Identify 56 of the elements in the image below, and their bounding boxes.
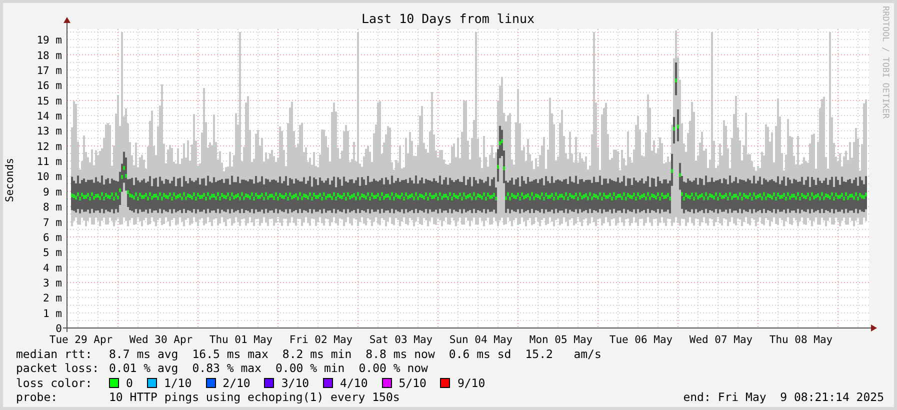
legend-value: 0.6 ms sd <box>448 347 512 362</box>
legend-label: packet loss: <box>16 361 100 376</box>
x-tick-label: Fri 02 May <box>289 334 353 346</box>
y-tick-label: 12 m <box>36 140 62 153</box>
credit-text: RRDTOOL / TOBI OETIKER <box>880 6 890 119</box>
legend-value: 8.8 ms now <box>366 347 435 362</box>
x-tick-label: Wed 30 Apr <box>129 334 193 346</box>
swatch-label: 0 <box>126 376 133 390</box>
y-tick-label: 11 m <box>36 156 62 168</box>
y-tick-label: 1 m <box>43 308 62 320</box>
swatch-label: 4/10 <box>340 376 368 390</box>
legend-value: 0.01 % avg <box>109 361 178 376</box>
legend-value: 0.00 % now <box>358 361 428 376</box>
y-tick-label: 9 m <box>43 186 62 198</box>
y-tick-label: 14 m <box>36 110 62 123</box>
y-tick-label: 10 m <box>36 171 62 184</box>
x-tick-label: Wed 07 May <box>689 334 753 346</box>
x-tick-label: Tue 06 May <box>609 334 673 346</box>
swatch-label: 2/10 <box>222 376 250 390</box>
y-tick-label: 13 m <box>36 126 62 138</box>
x-tick-label: Sun 04 May <box>449 334 513 346</box>
y-axis-label: Seconds <box>4 158 16 202</box>
legend-value: 16.5 ms max <box>192 347 268 362</box>
y-tick-label: 2 m <box>43 292 62 305</box>
y-tick-label: 6 m <box>43 232 62 244</box>
x-tick-label: Sat 03 May <box>369 334 433 346</box>
swatch-label: 3/10 <box>281 376 310 390</box>
y-tick-label: 7 m <box>43 216 62 229</box>
legend-label: probe: <box>16 390 59 405</box>
swatch-label: 9/10 <box>457 376 486 390</box>
swatch-label: 1/10 <box>164 376 192 390</box>
legend-label: loss color: <box>16 376 94 390</box>
y-tick-label: 18 m <box>36 50 62 62</box>
end-time: end: Fri May 9 08:21:14 2025 <box>683 390 884 405</box>
legend-value: 0.83 % max <box>192 361 262 376</box>
legend-value: 0.00 % min <box>276 361 345 376</box>
legend-value: 15.2 am/s <box>525 347 602 362</box>
swatch-label: 5/10 <box>398 376 426 390</box>
x-tick-label: Mon 05 May <box>529 334 593 346</box>
y-tick-label: 5 m <box>43 247 62 260</box>
x-tick-label: Thu 01 May <box>209 334 273 346</box>
legend-value: 8.2 ms min <box>282 347 352 362</box>
y-tick-label: 17 m <box>36 64 62 77</box>
y-tick-label: 3 m <box>43 277 62 290</box>
y-tick-label: 8 m <box>43 202 62 214</box>
y-tick-label: 19 m <box>36 34 62 47</box>
chart-title: Last 10 Days from linux <box>361 11 535 26</box>
x-tick-label: Thu 08 May <box>769 334 833 346</box>
x-tick-label: Tue 29 Apr <box>49 334 113 346</box>
legend-label: median rtt: <box>16 347 94 362</box>
y-tick-label: 4 m <box>43 262 62 274</box>
y-tick-label: 15 m <box>36 95 62 108</box>
y-tick-label: 16 m <box>36 80 62 92</box>
y-tick-label: 0 <box>56 323 62 335</box>
legend-value: 8.7 ms avg <box>109 347 178 362</box>
probe-text: 10 HTTP pings using echoping(1) every 150s <box>109 390 400 405</box>
